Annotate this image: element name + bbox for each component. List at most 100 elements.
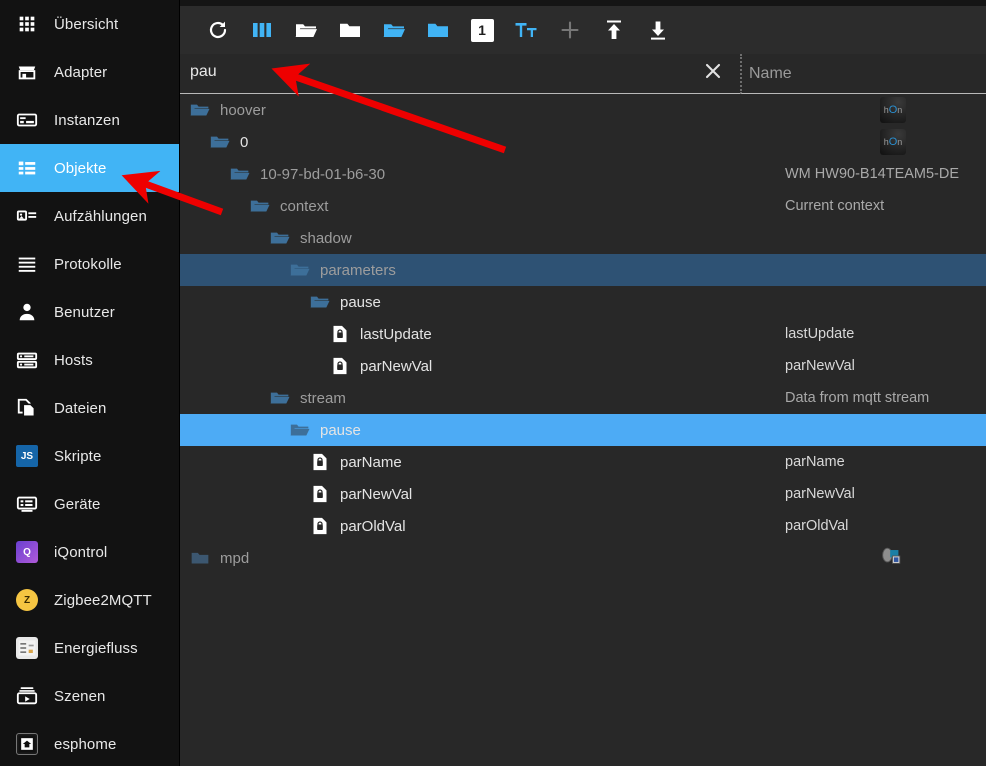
folder-open-icon bbox=[270, 228, 290, 248]
tree-item: parameters bbox=[180, 260, 396, 280]
tree-row[interactable]: 10-97-bd-01-b6-30 WM HW90-B14TEAM5-DE bbox=[180, 158, 986, 190]
number-1-icon: 1 bbox=[470, 18, 494, 42]
search-field-wrapper[interactable] bbox=[180, 54, 740, 94]
sidebar-item-label: esphome bbox=[54, 735, 117, 753]
tree-row[interactable]: parameters bbox=[180, 254, 986, 286]
tree-row[interactable]: parNewVal parNewVal bbox=[180, 478, 986, 510]
sidebar-item-szenen[interactable]: Szenen bbox=[0, 672, 179, 720]
export-button[interactable] bbox=[636, 10, 680, 50]
search-input[interactable] bbox=[186, 62, 686, 85]
objects-toolbar: 1 bbox=[180, 0, 986, 54]
sidebar-item-dateien[interactable]: Dateien bbox=[0, 384, 179, 432]
tree-item-label: lastUpdate bbox=[360, 325, 432, 343]
tree-row[interactable]: 0hOn bbox=[180, 126, 986, 158]
tree-row[interactable]: parOldVal parOldVal bbox=[180, 510, 986, 542]
tree-row-value-cell: lastUpdate bbox=[740, 326, 986, 342]
sidebar-item-skripte[interactable]: JS Skripte bbox=[0, 432, 179, 480]
tree-row[interactable]: stream Data from mqtt stream bbox=[180, 382, 986, 414]
tree-row-name-cell: context bbox=[180, 196, 740, 216]
sidebar-item-zigbee2mqtt[interactable]: Z Zigbee2MQTT bbox=[0, 576, 179, 624]
sidebar-item-label: Übersicht bbox=[54, 15, 119, 33]
sidebar-item-iqontrol[interactable]: QiQontrol bbox=[0, 528, 179, 576]
tree-item-label: hoover bbox=[220, 101, 266, 119]
tree-row[interactable]: parName parName bbox=[180, 446, 986, 478]
tree-item-label: shadow bbox=[300, 229, 352, 247]
sidebar-item-aufz-hlungen[interactable]: Aufzählungen bbox=[0, 192, 179, 240]
refresh-icon bbox=[206, 18, 230, 42]
tree-item-label: pause bbox=[320, 421, 361, 439]
scenes-icon bbox=[14, 683, 40, 709]
tree-row[interactable]: shadow bbox=[180, 222, 986, 254]
sidebar-item-label: Hosts bbox=[54, 351, 93, 369]
zigbee-icon: Z bbox=[16, 589, 38, 611]
sidebar-item-label: Szenen bbox=[54, 687, 106, 705]
depth-level-button[interactable]: 1 bbox=[460, 10, 504, 50]
tree-row-value: Data from mqtt stream bbox=[785, 390, 930, 406]
instances-icon bbox=[14, 107, 40, 133]
tree-item-label: pause bbox=[340, 293, 381, 311]
tree-row-value: parOldVal bbox=[785, 518, 849, 534]
tree-row-value: lastUpdate bbox=[785, 326, 855, 342]
tree-row-value-cell: parNewVal bbox=[740, 486, 986, 502]
upload-icon bbox=[602, 18, 626, 42]
clear-search-icon[interactable] bbox=[700, 58, 726, 84]
text-size-button[interactable] bbox=[504, 10, 548, 50]
js-icon: JS bbox=[14, 443, 40, 469]
columns-button[interactable] bbox=[240, 10, 284, 50]
sidebar-item-objekte[interactable]: Objekte bbox=[0, 144, 179, 192]
tree-item-label: parNewVal bbox=[360, 357, 433, 375]
tree-item-label: parameters bbox=[320, 261, 396, 279]
tree-item: context bbox=[180, 196, 328, 216]
add-object-button[interactable] bbox=[548, 10, 592, 50]
sidebar-item-esphome[interactable]: esphome bbox=[0, 720, 179, 766]
tree-row-value-cell: parNewVal bbox=[740, 358, 986, 374]
sidebar-item-label: Instanzen bbox=[54, 111, 120, 129]
expand-all-button[interactable] bbox=[284, 10, 328, 50]
sidebar-item-adapter[interactable]: Adapter bbox=[0, 48, 179, 96]
sidebar-item-protokolle[interactable]: Protokolle bbox=[0, 240, 179, 288]
grid-icon bbox=[14, 11, 40, 37]
sidebar-item-benutzer[interactable]: Benutzer bbox=[0, 288, 179, 336]
person-icon bbox=[14, 299, 40, 325]
sidebar-item-ger-te[interactable]: Geräte bbox=[0, 480, 179, 528]
folder-closed-icon bbox=[426, 18, 450, 42]
column-header-name[interactable]: Name bbox=[740, 54, 986, 94]
download-icon bbox=[646, 18, 670, 42]
sidebar-item-label: iQontrol bbox=[54, 543, 108, 561]
tree-row[interactable]: hoover h On bbox=[180, 94, 986, 126]
collapse-all-button[interactable] bbox=[328, 10, 372, 50]
import-button[interactable] bbox=[592, 10, 636, 50]
energyflow-icon bbox=[14, 635, 40, 661]
tree-item: 10-97-bd-01-b6-30 bbox=[180, 164, 385, 184]
sidebar-item-hosts[interactable]: Hosts bbox=[0, 336, 179, 384]
tree-row[interactable]: mpd bbox=[180, 542, 986, 574]
tree-row-name-cell: parNewVal bbox=[180, 356, 740, 376]
collapse-branch-button[interactable] bbox=[416, 10, 460, 50]
columns-icon bbox=[250, 18, 274, 42]
tree-row[interactable]: lastUpdate lastUpdate bbox=[180, 318, 986, 350]
sidebar-item-label: Benutzer bbox=[54, 303, 115, 321]
tree-row[interactable]: parNewVal parNewVal bbox=[180, 350, 986, 382]
tree-item: 0 bbox=[180, 132, 248, 152]
js-icon: JS bbox=[16, 445, 38, 467]
tree-item: parNewVal bbox=[180, 356, 432, 376]
iqontrol-icon: Q bbox=[16, 541, 38, 563]
tree-row-name-cell: parameters bbox=[180, 260, 740, 280]
refresh-button[interactable] bbox=[196, 10, 240, 50]
tree-row[interactable]: context Current context bbox=[180, 190, 986, 222]
tree-row-name-cell: pause bbox=[180, 292, 740, 312]
tree-row[interactable]: pause bbox=[180, 286, 986, 318]
folder-open-icon bbox=[210, 132, 230, 152]
sidebar-item--bersicht[interactable]: Übersicht bbox=[0, 0, 179, 48]
sidebar-item-label: Skripte bbox=[54, 447, 102, 465]
sidebar-item-energiefluss[interactable]: Energiefluss bbox=[0, 624, 179, 672]
tree-row[interactable]: pause bbox=[180, 414, 986, 446]
tree-item: shadow bbox=[180, 228, 352, 248]
sidebar-item-instanzen[interactable]: Instanzen bbox=[0, 96, 179, 144]
tree-row-value-cell: parOldVal bbox=[740, 518, 986, 534]
expand-branch-button[interactable] bbox=[372, 10, 416, 50]
iobroker-objects-page: Übersicht Adapter Instanzen Objekte Aufzählu… bbox=[0, 0, 986, 766]
tree-item-label: 0 bbox=[240, 133, 249, 151]
state-lock-icon bbox=[310, 484, 330, 504]
object-tree: hoover h On 0 h On 10-97-bd-01-b6-30 WM HW90-B1… bbox=[180, 94, 986, 766]
